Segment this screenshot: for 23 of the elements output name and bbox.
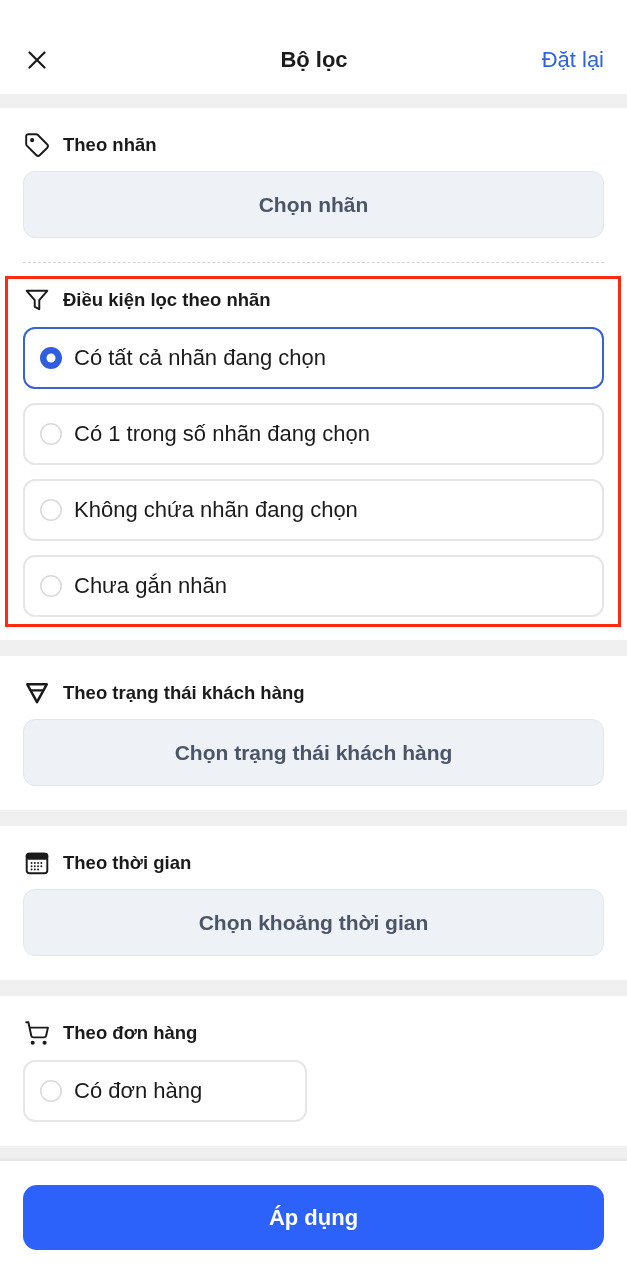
radio-option[interactable]: Có đơn hàng [23, 1060, 307, 1122]
close-icon [28, 51, 46, 69]
tag-icon [24, 132, 50, 158]
apply-button[interactable]: Áp dụng [23, 1185, 604, 1250]
close-button[interactable] [28, 51, 46, 69]
cart-icon [24, 1020, 50, 1046]
section-title: Điều kiện lọc theo nhãn [63, 289, 271, 311]
radio-option[interactable]: Không chứa nhãn đang chọn [23, 479, 604, 541]
reset-button[interactable]: Đặt lại [541, 47, 604, 73]
filter-icon [24, 287, 50, 313]
picker-button[interactable]: Chọn trạng thái khách hàng [23, 719, 604, 786]
header-title: Bộ lọc [280, 47, 348, 73]
section-title: Theo trạng thái khách hàng [63, 682, 305, 704]
calendar-icon [24, 850, 50, 876]
picker-button[interactable]: Chọn nhãn [23, 171, 604, 238]
picker-button[interactable]: Chọn khoảng thời gian [23, 889, 604, 956]
funnel-lines-icon [24, 680, 50, 706]
radio-option[interactable]: Có tất cả nhãn đang chọn [23, 327, 604, 389]
section-title: Theo nhãn [63, 134, 157, 156]
section-title: Theo thời gian [63, 852, 192, 874]
radio-option[interactable]: Có 1 trong số nhãn đang chọn [23, 403, 604, 465]
section-title: Theo đơn hàng [63, 1022, 198, 1044]
radio-option[interactable]: Chưa gắn nhãn [23, 555, 604, 617]
